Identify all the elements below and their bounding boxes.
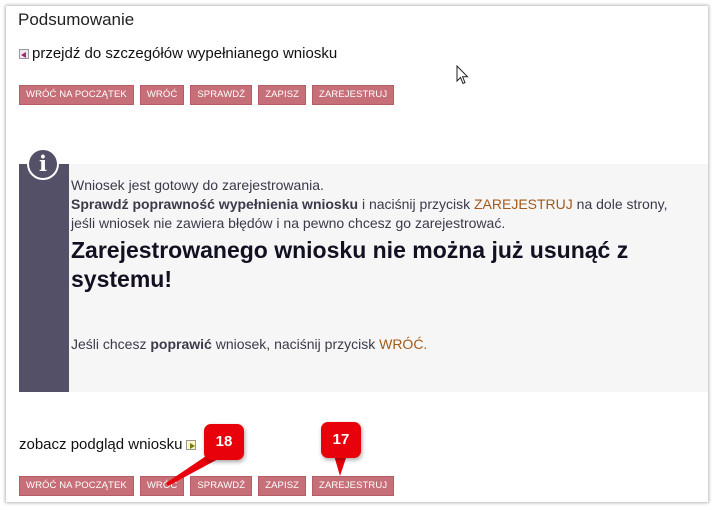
info-back-keyword: WRÓĆ. [379, 336, 428, 352]
info-instruction-text: i naciśnij przycisk [358, 196, 474, 212]
back-button[interactable]: WRÓĆ [139, 85, 185, 105]
check-button[interactable]: SPRAWDŹ [190, 85, 253, 105]
info-instruction: Sprawdź poprawność wypełnienia wniosku i… [71, 195, 691, 233]
top-button-bar: WRÓĆ NA POCZĄTEK WRÓĆ SPRAWDŹ ZAPISZ ZAR… [19, 85, 395, 105]
info-ready-line: Wniosek jest gotowy do zarejestrowania. [71, 177, 324, 193]
details-link[interactable]: przejdź do szczegółów wypełnianego wnios… [19, 45, 337, 62]
arrow-left-box-icon [19, 48, 29, 59]
details-link-label[interactable]: przejdź do szczegółów wypełnianego wnios… [32, 45, 337, 62]
info-message: Wniosek jest gotowy do zarejestrowania. … [71, 176, 691, 354]
info-check-emphasis: Sprawdź poprawność wypełnienia wniosku [71, 196, 359, 212]
info-register-keyword: ZAREJESTRUJ [473, 196, 573, 212]
back-to-start-button[interactable]: WRÓĆ NA POCZĄTEK [19, 85, 134, 105]
callout-17: 17 [321, 422, 361, 458]
arrow-right-box-icon [186, 439, 197, 450]
save-button[interactable]: ZAPISZ [258, 85, 307, 105]
page-title: Podsumowanie [18, 10, 135, 29]
preview-link[interactable]: zobacz podgląd wniosku [19, 436, 197, 453]
info-fix-line: Jeśli chcesz poprawić wniosek, naciśnij … [71, 336, 428, 352]
save-button-bottom[interactable]: ZAPISZ [258, 476, 307, 496]
back-button-bottom[interactable]: WRÓĆ [139, 476, 185, 496]
back-to-start-button-bottom[interactable]: WRÓĆ NA POCZĄTEK [19, 476, 134, 496]
callout-18: 18 [204, 424, 244, 460]
register-button-bottom[interactable]: ZAREJESTRUJ [312, 476, 395, 496]
bottom-button-bar: WRÓĆ NA POCZĄTEK WRÓĆ SPRAWDŹ ZAPISZ ZAR… [19, 476, 395, 496]
register-button[interactable]: ZAREJESTRUJ [312, 85, 395, 105]
info-panel-bar [19, 164, 69, 392]
info-warning: Zarejestrowanego wniosku nie można już u… [71, 237, 629, 292]
info-fix-emphasis: poprawić [150, 336, 212, 352]
check-button-bottom[interactable]: SPRAWDŹ [190, 476, 253, 496]
info-icon: i [27, 148, 59, 180]
mouse-cursor-icon [456, 65, 469, 85]
preview-link-label[interactable]: zobacz podgląd wniosku [19, 436, 182, 453]
